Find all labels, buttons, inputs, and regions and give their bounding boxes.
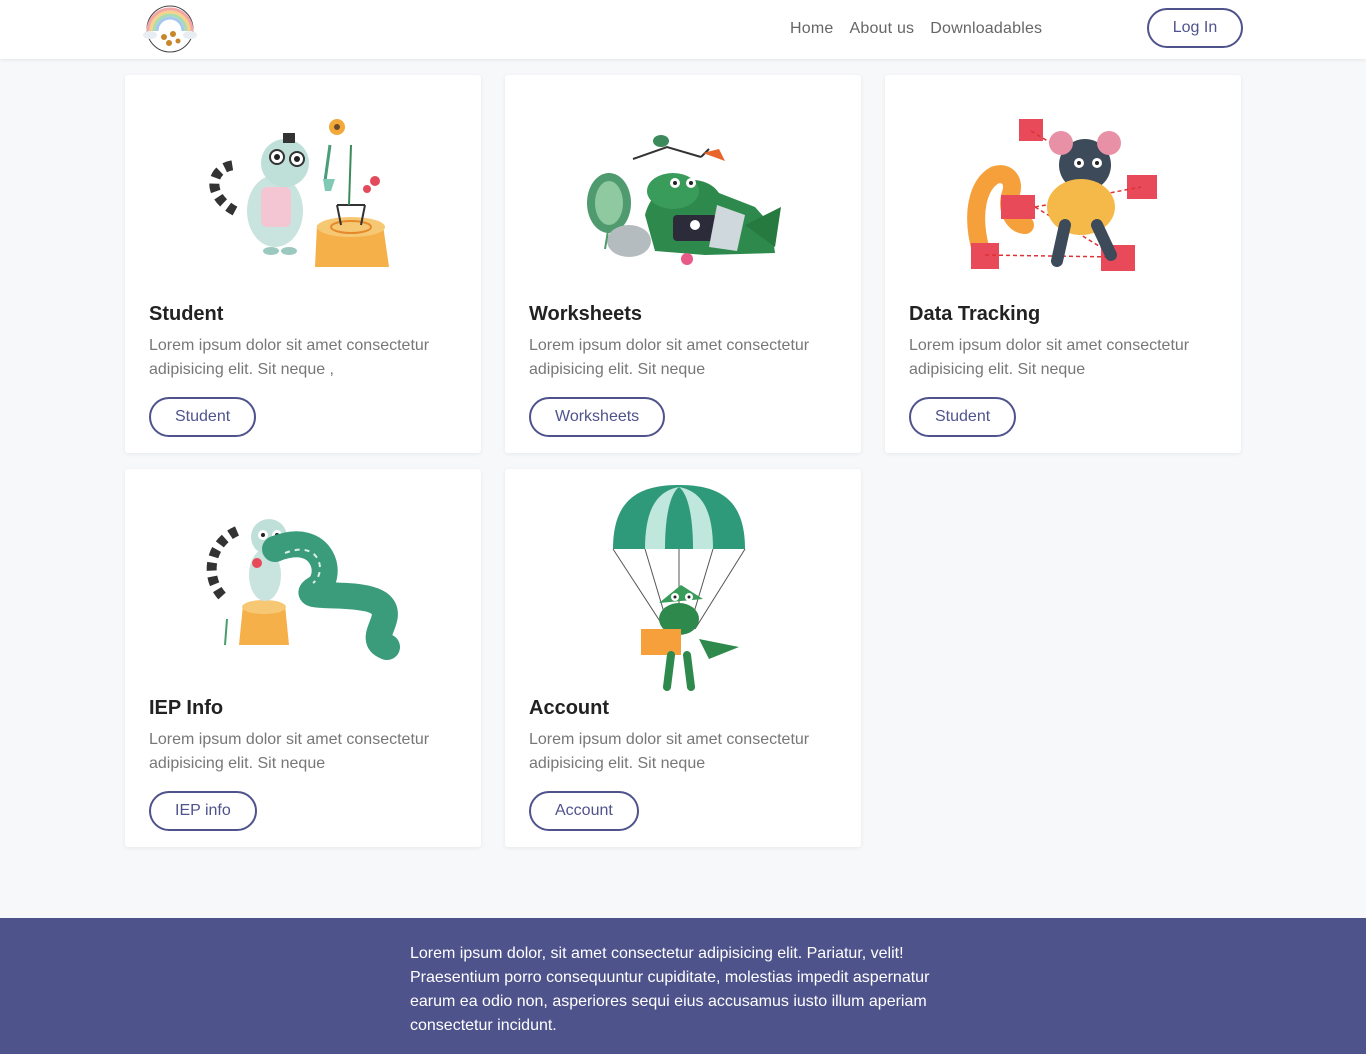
card-title: Worksheets [529,303,643,325]
crocodile-laptop-illustration-icon [587,135,781,265]
card-account: Account Lorem ipsum dolor sit amet conse… [505,469,861,847]
crocodile-parachute-illustration-icon [612,485,746,691]
nav-links: Home About us Downloadables [790,20,1042,38]
card-student: Student Lorem ipsum dolor sit amet conse… [125,75,481,453]
card-description: Lorem ipsum dolor sit amet consectetur a… [529,337,810,378]
footer-text: Lorem ipsum dolor, sit amet consectetur … [410,945,930,1034]
worksheets-button[interactable]: Worksheets [529,397,666,437]
card-data-tracking: Data Tracking Lorem ipsum dolor sit amet… [885,75,1241,453]
card-description: Lorem ipsum dolor sit amet consectetur a… [529,731,810,772]
card-title: Account [529,697,609,719]
iep-info-button[interactable]: IEP info [149,791,257,831]
footer: Lorem ipsum dolor, sit amet consectetur … [0,918,1366,1054]
card-worksheets: Worksheets Lorem ipsum dolor sit amet co… [505,75,861,453]
mouse-cubes-illustration-icon [967,119,1157,271]
lemur-ribbon-illustration-icon [206,519,400,660]
card-title: Data Tracking [909,303,1041,325]
student-button[interactable]: Student [149,397,257,437]
card-description: Lorem ipsum dolor sit amet consectetur a… [149,337,430,378]
account-button[interactable]: Account [529,791,639,831]
login-button[interactable]: Log In [1147,8,1243,48]
nav-downloadables-link[interactable]: Downloadables [930,20,1042,38]
card-description: Lorem ipsum dolor sit amet consectetur a… [149,731,430,772]
rainbow-bees-logo-icon[interactable] [142,5,198,53]
card-iep-info: IEP Info Lorem ipsum dolor sit amet cons… [125,469,481,847]
nav-about-link[interactable]: About us [849,20,914,38]
nav-home-link[interactable]: Home [790,20,833,38]
card-title: Student [149,303,224,325]
data-tracking-button[interactable]: Student [909,397,1017,437]
card-title: IEP Info [149,697,224,719]
card-description: Lorem ipsum dolor sit amet consectetur a… [909,337,1190,378]
lemur-scientist-illustration-icon [209,119,389,267]
navbar: Home About us Downloadables Log In [0,0,1366,59]
